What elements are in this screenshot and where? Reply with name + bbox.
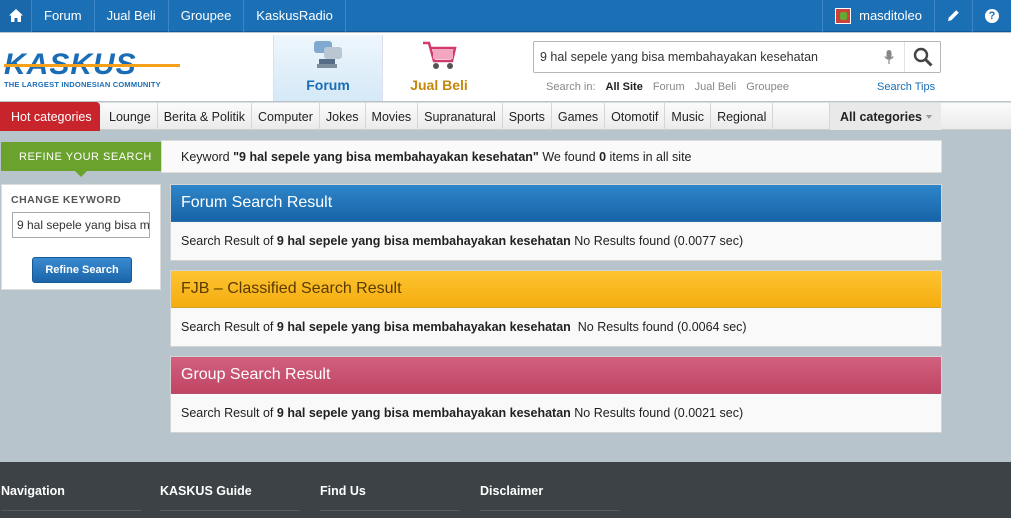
logo-swoosh [4,64,180,67]
keyword-input[interactable] [12,212,150,238]
category-games[interactable]: Games [552,103,606,130]
category-sports[interactable]: Sports [503,103,552,130]
tab-jual-beli-label: Jual Beli [410,77,468,93]
forum-chat-icon [314,41,342,68]
kaskus-logo[interactable]: KASKUS THE LARGEST INDONESIAN COMMUNITY [4,50,180,89]
search-input[interactable] [534,42,874,72]
home-button[interactable] [0,0,32,32]
tab-forum-label: Forum [306,77,350,93]
category-computer[interactable]: Computer [252,103,320,130]
category-bar: Hot categories Lounge Berita & Politik C… [0,102,1011,131]
topbar-link-groupee[interactable]: Groupee [169,0,245,32]
hot-categories[interactable]: Hot categories [0,102,100,131]
microphone-icon[interactable] [884,50,894,64]
tab-forum[interactable]: Forum [273,35,383,101]
search-tips-link[interactable]: Search Tips [877,81,935,93]
result-keyword: 9 hal sepele yang bisa membahayakan kese… [276,406,571,420]
footer-disclaimer: Disclaimer [480,484,544,498]
refine-search-tab: REFINE YOUR SEARCH [1,142,161,177]
fjb-result-title: FJB – Classified Search Result [171,271,941,308]
edit-button[interactable] [934,0,972,32]
category-list: Lounge Berita & Politik Computer Jokes M… [103,103,774,130]
refine-search-button[interactable]: Refine Search [32,257,132,283]
footer-divider [1,510,141,511]
category-regional[interactable]: Regional [711,103,774,130]
change-keyword-panel: CHANGE KEYWORD Refine Search [1,184,161,290]
tab-jual-beli[interactable]: Jual Beli [384,35,494,101]
result-prefix: Search Result of [181,406,277,420]
result-keyword: 9 hal sepele yang bisa membahayakan kese… [276,234,571,248]
help-button[interactable]: ? [972,0,1011,32]
result-status: No Results found (0.0077 sec) [570,234,744,248]
search-scope-selector: Search in: All Site Forum Jual Beli Grou… [546,81,789,93]
footer-divider [160,510,300,511]
pencil-icon [948,10,959,21]
home-icon [8,9,23,22]
footer-divider [480,510,620,511]
forum-result-title: Forum Search Result [171,185,941,222]
result-keyword: 9 hal sepele yang bisa membahayakan kese… [276,320,571,334]
category-supranatural[interactable]: Supranatural [418,103,503,130]
fjb-classified-search-result: FJB – Classified Search Result Search Re… [170,270,942,347]
logo-tagline: THE LARGEST INDONESIAN COMMUNITY [4,80,161,89]
result-status: No Results found (0.0064 sec) [570,320,747,334]
avatar [835,7,852,24]
group-result-title: Group Search Result [171,357,941,394]
site-footer: Navigation KASKUS Guide Find Us Disclaim… [0,462,1011,518]
help-icon: ? [985,8,999,23]
keyword-summary: Keyword "9 hal sepele yang bisa membahay… [161,140,942,173]
group-search-result: Group Search Result Search Result of 9 h… [170,356,942,433]
chevron-down-icon [925,114,932,119]
shopping-cart-icon [423,41,457,69]
site-header: KASKUS THE LARGEST INDONESIAN COMMUNITY … [0,33,1011,101]
scope-all-site[interactable]: All Site [606,81,643,93]
forum-search-result: Forum Search Result Search Result of 9 h… [170,184,942,261]
category-lounge[interactable]: Lounge [103,103,158,130]
user-menu[interactable]: masditoleo [822,0,934,32]
result-prefix: Search Result of [181,320,277,334]
category-jokes[interactable]: Jokes [320,103,366,130]
fjb-result-body: Search Result of 9 hal sepele yang bisa … [171,308,941,346]
search-icon [913,47,933,67]
keyword-prefix: Keyword [181,149,234,164]
category-music[interactable]: Music [665,103,712,130]
footer-find-us: Find Us [320,484,366,498]
change-keyword-title: CHANGE KEYWORD [11,194,122,206]
topbar-user-area: masditoleo ? [822,0,1011,32]
footer-divider [320,510,460,511]
category-otomotif[interactable]: Otomotif [605,103,666,130]
scope-groupee[interactable]: Groupee [746,81,789,93]
search-in-label: Search in: [546,81,596,93]
found-suffix: items in all site [606,149,692,164]
result-status: No Results found (0.0021 sec) [570,406,744,420]
search-button[interactable] [904,42,940,72]
category-berita-politik[interactable]: Berita & Politik [158,103,252,130]
top-navigation-bar: Forum Jual Beli Groupee KaskusRadio masd… [0,0,1011,32]
scope-jual-beli[interactable]: Jual Beli [695,81,737,93]
topbar-link-kaskusradio[interactable]: KaskusRadio [244,0,346,32]
forum-result-body: Search Result of 9 hal sepele yang bisa … [171,222,941,260]
keyword-quoted: "9 hal sepele yang bisa membahayakan kes… [233,149,539,164]
all-categories-label: All categories [840,109,922,124]
all-categories-dropdown[interactable]: All categories [829,103,941,130]
footer-kaskus-guide: KASKUS Guide [160,484,252,498]
username: masditoleo [859,8,922,23]
search-box [533,41,941,73]
found-count: 0 [599,149,607,164]
result-prefix: Search Result of [181,234,277,248]
footer-navigation: Navigation [1,484,65,498]
topbar-link-jual-beli[interactable]: Jual Beli [95,0,169,32]
found-prefix: We found [538,149,600,164]
topbar-link-forum[interactable]: Forum [32,0,95,32]
category-movies[interactable]: Movies [366,103,419,130]
scope-forum[interactable]: Forum [653,81,685,93]
group-result-body: Search Result of 9 hal sepele yang bisa … [171,394,941,432]
